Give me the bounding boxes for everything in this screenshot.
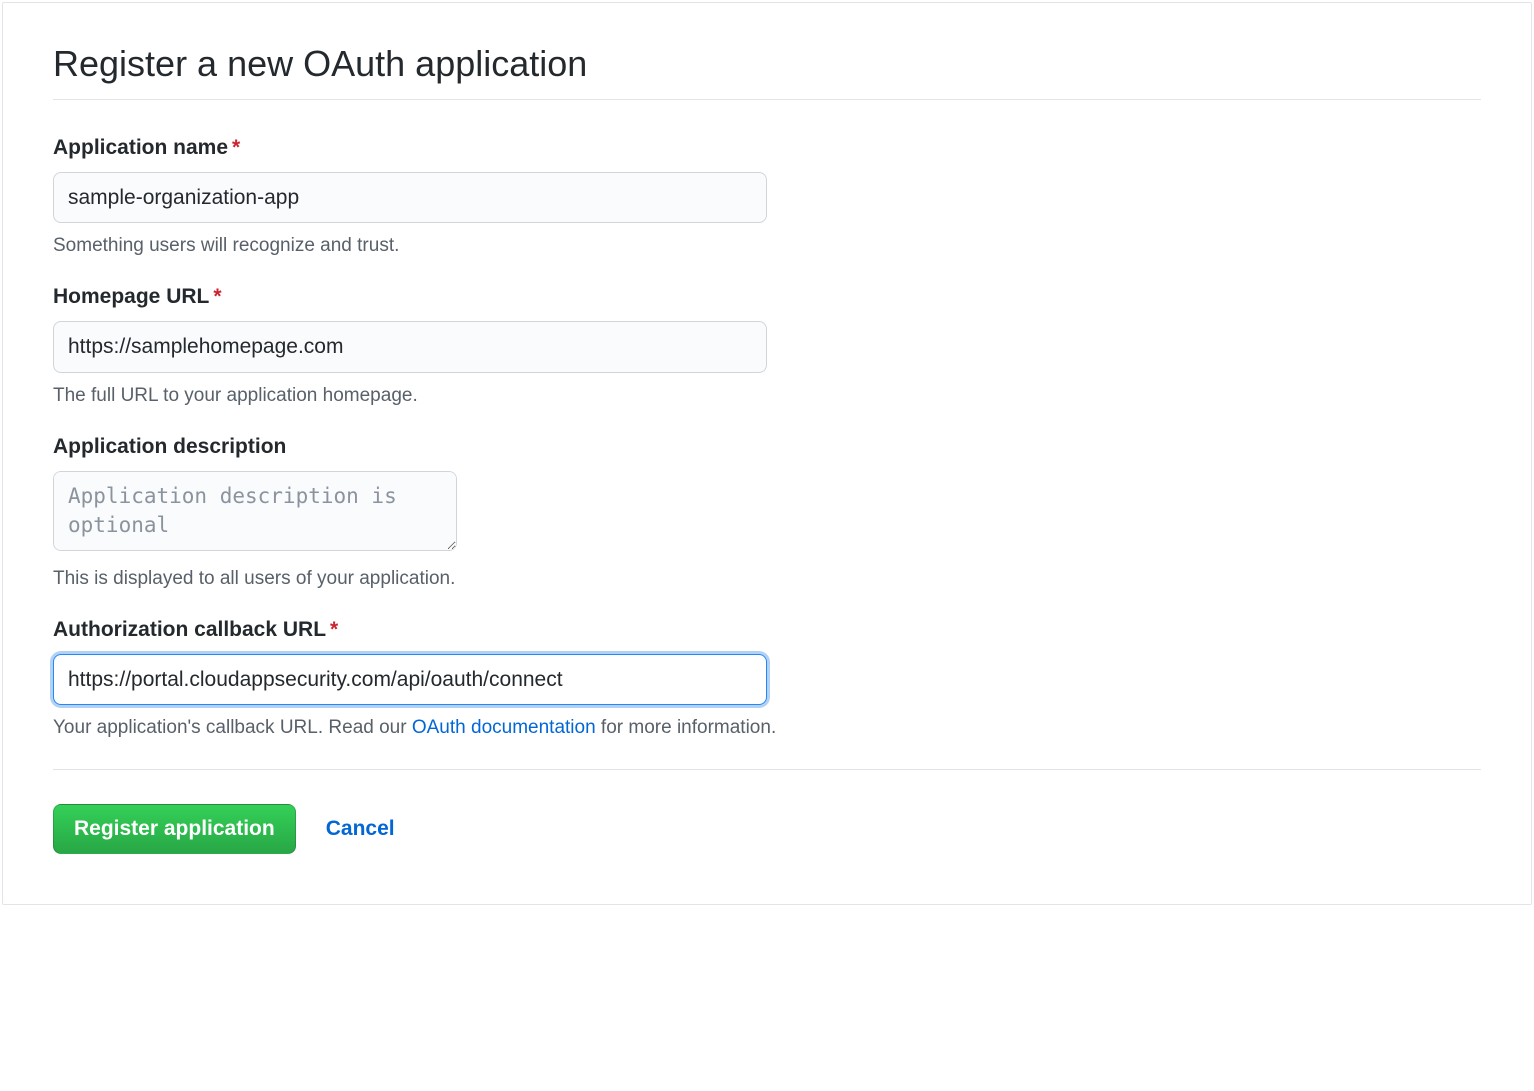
cancel-button[interactable]: Cancel bbox=[326, 817, 395, 841]
callback-url-label: Authorization callback URL* bbox=[53, 618, 1481, 642]
register-application-button[interactable]: Register application bbox=[53, 804, 296, 854]
homepage-url-help: The full URL to your application homepag… bbox=[53, 385, 1481, 407]
description-help: This is displayed to all users of your a… bbox=[53, 568, 1481, 590]
description-label: Application description bbox=[53, 435, 1481, 459]
description-group: Application description This is displaye… bbox=[53, 435, 1481, 590]
description-textarea[interactable] bbox=[53, 471, 457, 551]
required-indicator: * bbox=[213, 285, 221, 308]
page-title: Register a new OAuth application bbox=[53, 43, 1481, 100]
app-name-input[interactable] bbox=[53, 172, 767, 223]
label-text: Homepage URL bbox=[53, 285, 209, 308]
homepage-url-group: Homepage URL* The full URL to your appli… bbox=[53, 285, 1481, 406]
oauth-registration-form: Register a new OAuth application Applica… bbox=[2, 2, 1532, 905]
callback-url-help: Your application's callback URL. Read ou… bbox=[53, 717, 1481, 739]
help-prefix: Your application's callback URL. Read ou… bbox=[53, 717, 412, 738]
app-name-help: Something users will recognize and trust… bbox=[53, 235, 1481, 257]
callback-url-input[interactable] bbox=[53, 654, 767, 705]
required-indicator: * bbox=[330, 618, 338, 641]
required-indicator: * bbox=[232, 136, 240, 159]
form-actions: Register application Cancel bbox=[53, 769, 1481, 854]
homepage-url-input[interactable] bbox=[53, 321, 767, 372]
callback-url-group: Authorization callback URL* Your applica… bbox=[53, 618, 1481, 739]
oauth-documentation-link[interactable]: OAuth documentation bbox=[412, 717, 596, 738]
label-text: Authorization callback URL bbox=[53, 618, 326, 641]
help-suffix: for more information. bbox=[596, 717, 777, 738]
label-text: Application name bbox=[53, 136, 228, 159]
app-name-label: Application name* bbox=[53, 136, 1481, 160]
app-name-group: Application name* Something users will r… bbox=[53, 136, 1481, 257]
homepage-url-label: Homepage URL* bbox=[53, 285, 1481, 309]
